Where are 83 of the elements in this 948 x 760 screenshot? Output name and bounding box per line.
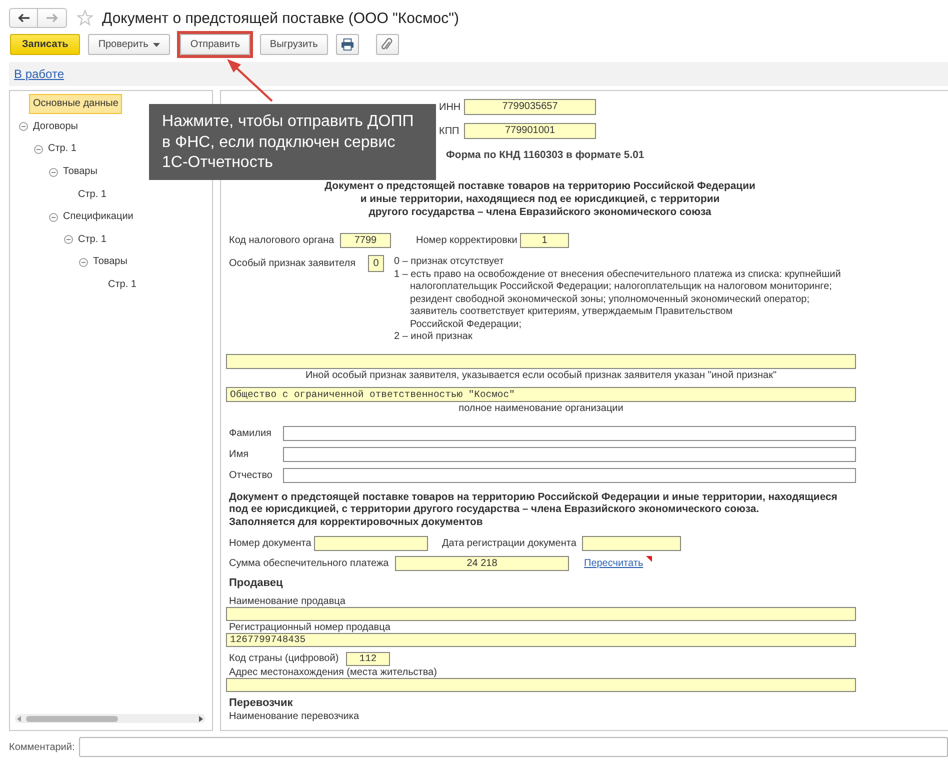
print-button[interactable] — [336, 34, 359, 55]
toolbar-button[interactable]: Выгрузить — [260, 34, 328, 55]
input-field[interactable]: 7799 — [340, 233, 391, 248]
input-field[interactable]: 1267799748435 — [226, 632, 856, 647]
field-label: Код страны (цифровой) — [229, 652, 340, 666]
field-label: Сумма обеспечительного платежа — [229, 556, 390, 570]
collapse-icon[interactable] — [64, 235, 73, 244]
dropdown-button[interactable]: Проверить — [88, 34, 170, 55]
input-field[interactable] — [283, 468, 856, 482]
field-caption: полное наименование организации — [458, 402, 624, 414]
corner-marker-icon — [646, 556, 652, 562]
field-label: ИНН — [439, 100, 462, 114]
tree-item[interactable]: Договоры — [29, 116, 82, 137]
section-heading: Продавец — [229, 576, 284, 590]
input-field[interactable]: 112 — [346, 652, 390, 666]
scrollbar-thumb[interactable] — [26, 716, 118, 722]
form-code-text: Форма по КНД 1160303 в формате 5.01 — [446, 149, 646, 162]
input-field[interactable]: 1 — [520, 233, 569, 248]
collapse-icon[interactable] — [34, 144, 43, 154]
scroll-left-icon[interactable] — [17, 716, 21, 722]
comment-field[interactable] — [79, 737, 948, 757]
option-text: 0 – признак отсутствует — [394, 256, 505, 268]
field-label: Код налогового органа — [229, 234, 336, 247]
tooltip: Нажмите, чтобы отправить ДОПП в ФНС, если подключен сервис 1С-Отчетность — [149, 104, 436, 180]
tree-item[interactable]: Основные данные — [29, 94, 122, 114]
tree-item[interactable]: Спецификации — [59, 207, 138, 228]
input-field[interactable] — [283, 426, 856, 440]
window-title: Документ о предстоящей поставке (ООО "Космос") — [102, 10, 459, 26]
input-field[interactable] — [582, 536, 681, 551]
input-field[interactable] — [226, 354, 856, 368]
tree-item[interactable]: Стр. 1 — [74, 184, 110, 205]
field-label: Номер документа — [229, 536, 312, 550]
field-label: Наименование перевозчика — [229, 710, 360, 722]
input-field[interactable]: 24 218 — [395, 556, 569, 571]
section-heading: Перевозчик — [229, 696, 294, 710]
tree-item[interactable]: Стр. 1 — [44, 139, 80, 160]
recalculate-link[interactable]: Пересчитать — [584, 556, 644, 570]
field-caption: Иной особый признак заявителя, указывается если особый признак заявителя указан "иной признак" — [304, 368, 778, 382]
back-button[interactable] — [9, 8, 38, 28]
tree-item[interactable]: Товары — [89, 252, 132, 272]
input-field[interactable]: 779901001 — [464, 123, 596, 139]
option-text: 2 – иной признак — [394, 331, 474, 344]
field-label: Адрес местонахождения (места жительства) — [229, 666, 438, 678]
field-label: Номер корректировки — [416, 234, 518, 247]
collapse-icon[interactable] — [49, 168, 58, 177]
toolbar-button[interactable]: Отправить — [180, 34, 250, 55]
input-field[interactable] — [226, 678, 856, 692]
horizontal-scrollbar[interactable] — [15, 714, 205, 723]
form-title: Документ о предстоящей поставке товаров на территорию Российской Федерации и иные территории, находящиеся под ее юрисдикцией, с территории другого государства – члена Евразийского экономического союза — [324, 180, 756, 219]
collapse-icon[interactable] — [49, 212, 58, 222]
input-field[interactable]: 7799035657 — [464, 99, 596, 115]
field-label: Дата регистрации документа — [442, 536, 578, 550]
field-label: Отчество — [229, 468, 274, 482]
collapse-icon[interactable] — [79, 258, 88, 267]
section-note: Заполняется для корректировочных документов — [229, 516, 484, 530]
tree-item[interactable]: Товары — [59, 162, 102, 182]
arrow-right-icon — [46, 13, 58, 23]
input-field[interactable]: Общество с ограниченной ответственностью "Космос" — [226, 386, 856, 402]
field-label: Имя — [229, 448, 250, 460]
status-link[interactable]: В работе — [14, 67, 64, 81]
attach-button[interactable] — [376, 34, 399, 55]
scroll-right-icon[interactable] — [199, 716, 203, 722]
section-heading: Документ о предстоящей поставке товаров на территорию Российской Федерации и иные территории, находящиеся под ее юрисдикцией, с территории другого государства – члена Евразийского экономического союза. — [229, 492, 838, 517]
option-text: 1 – есть право на освобождение от внесения обеспечительного платежа из списка: крупнейший налогоплательщик Российской Федерации; налогоплательщик на налоговом мониторинге; резидент свободной экономической зоны; уполномоченный экономический оператор; заявитель соответствует критериям, утверждаемым Правительством Российской Федерации; — [394, 268, 841, 331]
input-field[interactable]: 0 — [368, 255, 384, 272]
paperclip-icon — [381, 38, 394, 52]
tree-item[interactable]: Стр. 1 — [74, 230, 110, 250]
field-label: Наименование продавца — [229, 596, 346, 607]
tree-item[interactable]: Стр. 1 — [104, 275, 140, 296]
caret-icon — [153, 42, 160, 46]
star-icon[interactable] — [77, 10, 93, 26]
primary-button[interactable]: Записать — [10, 34, 80, 55]
field-label: Фамилия — [229, 426, 272, 440]
input-field[interactable] — [226, 606, 856, 621]
input-field[interactable] — [283, 446, 856, 462]
collapse-icon[interactable] — [19, 122, 28, 132]
arrow-left-icon — [18, 13, 30, 23]
comment-label: Комментарий: — [9, 742, 76, 752]
field-label: КПП — [439, 124, 460, 138]
printer-icon — [340, 38, 354, 51]
field-label: Регистрационный номер продавца — [229, 622, 392, 633]
input-field[interactable] — [314, 536, 428, 551]
field-label: Особый признак заявителя — [229, 257, 357, 270]
